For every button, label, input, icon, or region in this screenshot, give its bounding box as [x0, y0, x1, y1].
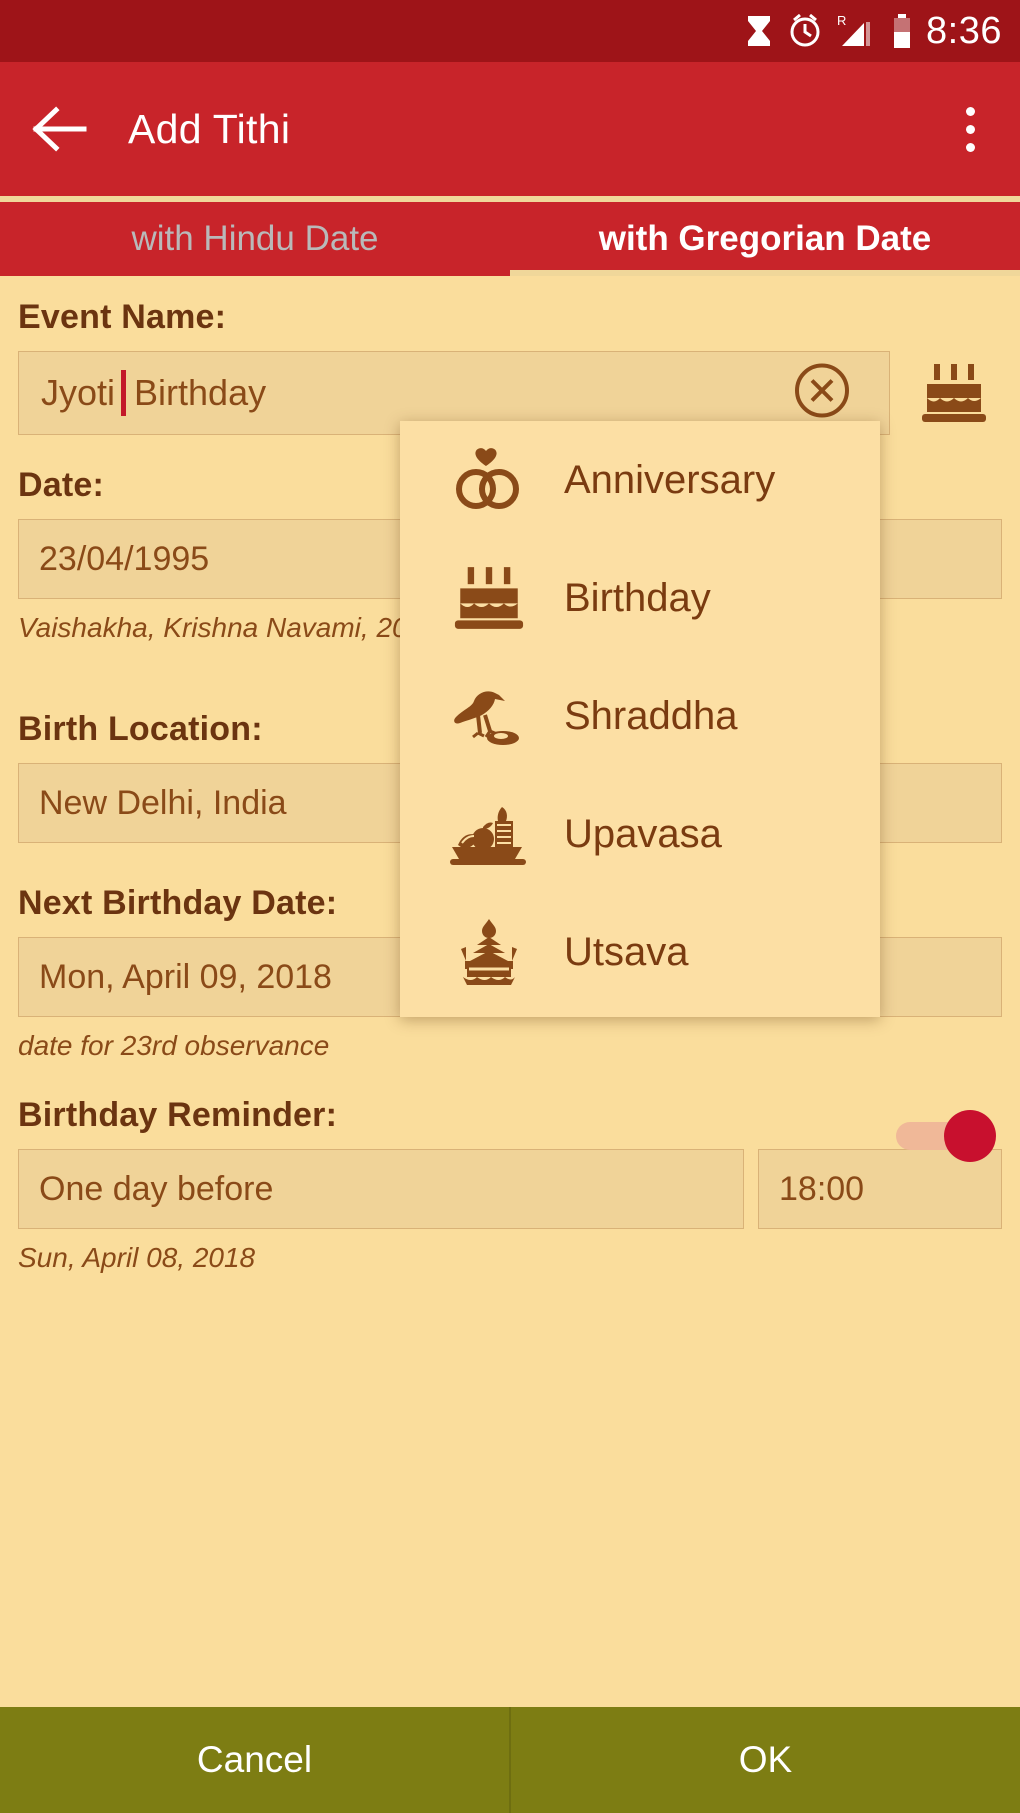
birthday-cake-icon[interactable] — [912, 362, 996, 424]
app-bar: Add Tithi — [0, 62, 1020, 196]
overflow-dot — [965, 142, 975, 152]
next-birthday-hint: date for 23rd observance — [18, 1030, 330, 1061]
tab-with-gregorian-date[interactable]: with Gregorian Date — [510, 202, 1020, 276]
reminder-hint: Sun, April 08, 2018 — [18, 1242, 256, 1273]
tab-label: with Hindu Date — [131, 219, 379, 258]
menu-item-upavasa[interactable]: Upavasa — [400, 775, 880, 893]
crow-icon — [446, 683, 532, 749]
status-time: 8:36 — [926, 9, 1002, 52]
reminder-toggle[interactable] — [896, 1110, 996, 1162]
wedding-rings-icon — [446, 447, 532, 513]
toggle-knob — [944, 1110, 996, 1162]
svg-text:R: R — [837, 13, 846, 28]
menu-item-label: Birthday — [564, 575, 711, 620]
menu-item-label: Anniversary — [564, 457, 776, 502]
roaming-signal-icon: R — [836, 13, 878, 49]
menu-item-utsava[interactable]: Utsava — [400, 893, 880, 1011]
temple-mandap-icon — [446, 917, 532, 987]
bottom-action-bar: Cancel OK — [0, 1707, 1020, 1813]
reminder-label: Birthday Reminder: — [18, 1096, 338, 1134]
hourglass-icon — [744, 14, 774, 48]
overflow-dot — [965, 106, 975, 116]
tab-with-hindu-date[interactable]: with Hindu Date — [0, 202, 510, 276]
back-arrow-icon[interactable] — [0, 62, 120, 196]
app-screen: R 8:36 Add Tithi with Hindu Date with Gr… — [0, 0, 1020, 1813]
battery-icon — [892, 13, 912, 49]
page-title: Add Tithi — [128, 105, 291, 152]
tab-bar: with Hindu Date with Gregorian Date — [0, 202, 1020, 276]
overflow-menu-icon[interactable] — [920, 62, 1020, 196]
menu-item-birthday[interactable]: Birthday — [400, 539, 880, 657]
event-name-label: Event Name: — [18, 298, 227, 336]
menu-item-shraddha[interactable]: Shraddha — [400, 657, 880, 775]
event-type-popup-menu: Anniversary Birthday Shraddha Upavasa Ut… — [400, 421, 880, 1017]
birthday-cake-icon — [446, 565, 532, 631]
menu-item-label: Utsava — [564, 929, 689, 974]
event-name-section: Event Name: Jyoti Birthday — [0, 298, 1020, 435]
alarm-clock-icon — [788, 14, 822, 48]
event-name-value: Jyoti Birthday — [41, 370, 266, 416]
cancel-button[interactable]: Cancel — [0, 1707, 511, 1813]
text-caret — [121, 370, 127, 416]
reminder-section: Birthday Reminder: One day before 18:00 … — [0, 1096, 1020, 1277]
overflow-dot — [965, 124, 975, 134]
menu-item-anniversary[interactable]: Anniversary — [400, 421, 880, 539]
menu-item-label: Shraddha — [564, 693, 738, 738]
tab-label: with Gregorian Date — [598, 219, 932, 258]
status-bar: R 8:36 — [0, 0, 1020, 62]
event-name-value-after: Birthday — [134, 372, 267, 413]
ok-button[interactable]: OK — [511, 1707, 1020, 1813]
event-name-value-before: Jyoti — [41, 372, 116, 413]
menu-item-label: Upavasa — [564, 811, 722, 856]
fruit-basket-icon — [446, 801, 532, 867]
reminder-offset-select[interactable]: One day before — [18, 1149, 744, 1229]
clear-circle-x-icon[interactable] — [793, 362, 851, 425]
